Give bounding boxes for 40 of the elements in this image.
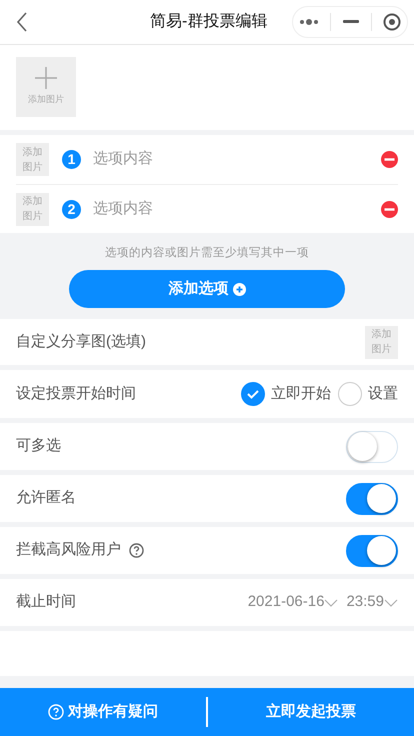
radio-icon (338, 382, 362, 406)
share-image-label: 自定义分享图(选填) (16, 332, 146, 352)
checked-radio-icon (241, 382, 265, 406)
capsule-menu[interactable] (292, 6, 408, 38)
add-image-button[interactable]: 添加图片 (16, 143, 49, 176)
add-option-button[interactable]: 添加选项 (69, 270, 345, 308)
help-icon[interactable] (129, 543, 144, 558)
plus-circle-icon (232, 282, 246, 296)
target-icon[interactable] (383, 13, 402, 31)
deadline-label: 截止时间 (16, 592, 77, 612)
back-icon[interactable] (16, 12, 28, 32)
toggle-switch[interactable] (346, 482, 398, 514)
add-image-button[interactable]: 添加图片 (365, 326, 398, 358)
add-image-button[interactable]: 添加图片 (16, 57, 76, 117)
option-number: 2 (62, 200, 81, 218)
minimize-icon[interactable] (342, 20, 359, 24)
hint-text: 选项的内容或图片需至少填写其中一项 (105, 245, 309, 261)
help-button[interactable]: 对操作有疑问 (0, 700, 206, 724)
option-number: 1 (62, 150, 81, 169)
remove-icon[interactable] (381, 200, 398, 218)
create-vote-button[interactable]: 立即发起投票 (208, 700, 414, 724)
setting-label: 允许匿名 (16, 488, 76, 508)
radio-option[interactable]: 立即开始 (241, 382, 331, 406)
chevron-down-icon (384, 598, 398, 606)
toggle-switch[interactable] (346, 534, 398, 566)
add-image-button[interactable]: 添加图片 (16, 192, 49, 226)
remove-icon[interactable] (381, 151, 398, 168)
option-input[interactable]: 选项内容 (93, 148, 381, 171)
start-time-label: 设定投票开始时间 (16, 384, 137, 404)
more-icon[interactable] (298, 19, 319, 25)
plus-icon (35, 67, 57, 90)
help-icon (48, 704, 64, 720)
page-title: 简易-群投票编辑 (150, 12, 268, 32)
date-picker[interactable]: 2021-06-16 (248, 591, 338, 614)
setting-label: 可多选 (16, 436, 61, 456)
setting-label: 拦截高风险用户 (16, 540, 121, 560)
radio-option[interactable]: 设置 (338, 382, 398, 406)
option-input[interactable]: 选项内容 (93, 198, 381, 220)
time-picker[interactable]: 23:59 (346, 591, 398, 614)
chevron-down-icon (324, 598, 338, 606)
